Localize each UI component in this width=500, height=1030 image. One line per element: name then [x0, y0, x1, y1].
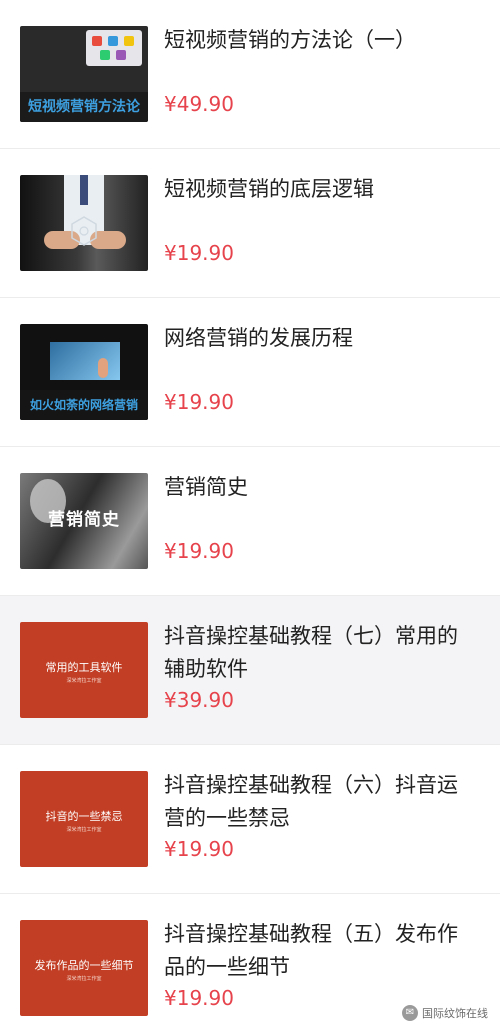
- thumbnail-subcaption: 深米湾拉工作室: [66, 827, 102, 833]
- course-title[interactable]: 网络营销的发展历程: [164, 322, 470, 355]
- tie-icon: [80, 175, 88, 205]
- course-price: ¥19.90: [164, 986, 234, 1010]
- course-price: ¥19.90: [164, 837, 234, 861]
- course-thumbnail: 常用的工具软件 深米湾拉工作室: [20, 622, 148, 718]
- watermark: ✉ 国际纹饰在线: [402, 1003, 488, 1023]
- thumbnail-subcaption: 深米湾拉工作室: [66, 678, 102, 684]
- course-item[interactable]: 抖音的一些禁忌 深米湾拉工作室 抖音操控基础教程（六）抖音运营的一些禁忌 ¥19…: [0, 745, 500, 894]
- wechat-icon: ✉: [402, 1005, 418, 1021]
- thumbnail-caption: 如火如荼的网络营销: [20, 390, 148, 420]
- course-list: 短视频营销方法论 短视频营销的方法论（一） ¥49.90 短视频营销的底层逻辑 …: [0, 0, 500, 1030]
- thumbnail-caption: 常用的工具软件: [45, 661, 123, 674]
- course-thumbnail: 发布作品的一些细节 深米湾拉工作室: [20, 920, 148, 1016]
- phone-apps-icon: [86, 30, 142, 66]
- thumbnail-subcaption: 深米湾拉工作室: [66, 976, 102, 982]
- course-item[interactable]: 短视频营销方法论 短视频营销的方法论（一） ¥49.90: [0, 0, 500, 149]
- course-thumbnail: 短视频营销方法论: [20, 26, 148, 122]
- course-item[interactable]: 常用的工具软件 深米湾拉工作室 抖音操控基础教程（七）常用的辅助软件 ¥39.9…: [0, 596, 500, 745]
- course-title[interactable]: 短视频营销的方法论（一）: [164, 24, 470, 57]
- course-price: ¥49.90: [164, 92, 234, 116]
- tech-screen-image: [50, 342, 120, 380]
- course-item[interactable]: 营销简史 营销简史 ¥19.90: [0, 447, 500, 596]
- thumbnail-caption: 短视频营销方法论: [20, 92, 148, 122]
- course-title[interactable]: 营销简史: [164, 471, 470, 504]
- course-item[interactable]: 短视频营销的底层逻辑 ¥19.90: [0, 149, 500, 298]
- course-title[interactable]: 抖音操控基础教程（七）常用的辅助软件: [164, 620, 470, 686]
- thumbnail-caption: 抖音的一些禁忌: [45, 810, 123, 823]
- course-thumbnail: 营销简史: [20, 473, 148, 569]
- thumbnail-caption: 发布作品的一些细节: [34, 959, 134, 972]
- course-thumbnail: 如火如荼的网络营销: [20, 324, 148, 420]
- course-title[interactable]: 抖音操控基础教程（六）抖音运营的一些禁忌: [164, 769, 470, 835]
- course-price: ¥39.90: [164, 688, 234, 712]
- watermark-text: 国际纹饰在线: [422, 1007, 488, 1020]
- course-price: ¥19.90: [164, 241, 234, 265]
- finger-icon: [98, 358, 108, 378]
- course-title[interactable]: 短视频营销的底层逻辑: [164, 173, 470, 206]
- thumbnail-caption: 营销简史: [48, 510, 120, 530]
- course-thumbnail: 抖音的一些禁忌 深米湾拉工作室: [20, 771, 148, 867]
- course-thumbnail: [20, 175, 148, 271]
- course-title[interactable]: 抖音操控基础教程（五）发布作品的一些细节: [164, 918, 470, 984]
- network-hexagon-icon: [71, 216, 97, 246]
- course-price: ¥19.90: [164, 390, 234, 414]
- course-price: ¥19.90: [164, 539, 234, 563]
- course-item[interactable]: 如火如荼的网络营销 网络营销的发展历程 ¥19.90: [0, 298, 500, 447]
